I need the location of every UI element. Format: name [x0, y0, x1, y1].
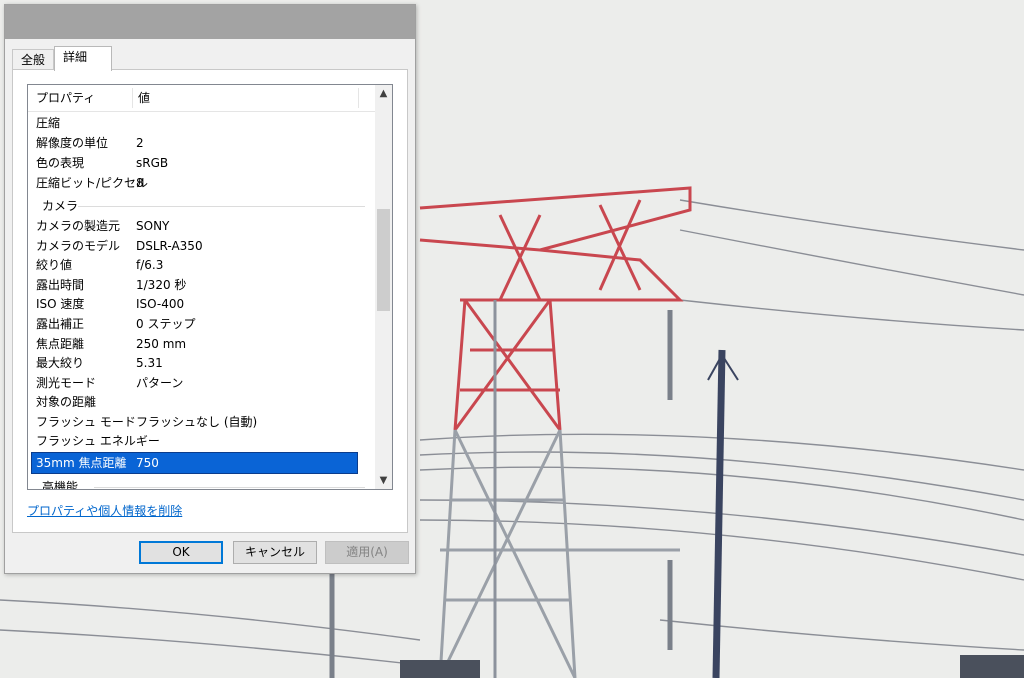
- property-name: 測光モード: [36, 376, 97, 390]
- list-item-selected[interactable]: 35mm 焦点距離 750: [31, 452, 358, 474]
- property-value: 5.31: [136, 356, 163, 370]
- column-header-value[interactable]: 値: [138, 85, 150, 111]
- apply-button[interactable]: 適用(A): [325, 541, 409, 564]
- property-name: ISO 速度: [36, 297, 85, 311]
- property-list[interactable]: ｰｰｰｰｰ 圧縮 解像度の単位 2 色の表現 sRGB 圧縮ビット/ピクセル 8: [27, 84, 393, 490]
- column-divider[interactable]: [358, 88, 359, 108]
- group-name: カメラ: [42, 199, 79, 213]
- properties-dialog: 全般 詳細 ｰｰｰｰｰ 圧縮 解像度の単位 2 色の表現 sRGB: [4, 4, 416, 574]
- scroll-down-arrow-icon[interactable]: ▼: [375, 472, 392, 489]
- property-name: 焦点距離: [36, 337, 85, 351]
- column-header-property[interactable]: プロパティ: [36, 85, 95, 111]
- list-item[interactable]: 焦点距離 250 mm: [28, 334, 375, 354]
- group-header-camera[interactable]: カメラ: [28, 196, 375, 216]
- list-item[interactable]: 圧縮: [28, 113, 375, 133]
- group-header-advanced[interactable]: 高機能: [28, 477, 375, 490]
- tab-general[interactable]: 全般: [12, 49, 54, 69]
- property-value: 0 ステップ: [136, 317, 196, 331]
- property-value: SONY: [136, 219, 170, 233]
- property-name: 絞り値: [36, 258, 73, 272]
- remove-properties-link[interactable]: プロパティや個人情報を削除: [27, 502, 182, 519]
- scrollbar-thumb[interactable]: [377, 209, 390, 311]
- dialog-title-bar[interactable]: [5, 5, 415, 39]
- list-item[interactable]: カメラの製造元 SONY: [28, 216, 375, 236]
- property-value: 1/320 秒: [136, 278, 187, 292]
- property-value: 2: [136, 136, 144, 150]
- cancel-button[interactable]: キャンセル: [233, 541, 317, 564]
- property-value: 750: [136, 456, 159, 470]
- property-name: 対象の距離: [36, 395, 97, 409]
- property-value: DSLR-A350: [136, 239, 203, 253]
- tab-details[interactable]: 詳細: [54, 46, 112, 71]
- list-item[interactable]: 最大絞り 5.31: [28, 353, 375, 373]
- property-name: カメラのモデル: [36, 239, 121, 253]
- property-value: sRGB: [136, 156, 169, 170]
- property-name: 35mm 焦点距離: [36, 456, 127, 470]
- list-item[interactable]: 圧縮ビット/ピクセル 8: [28, 173, 375, 193]
- list-item[interactable]: 露出時間 1/320 秒: [28, 275, 375, 295]
- property-name: 解像度の単位: [36, 136, 109, 150]
- group-divider: [94, 487, 365, 488]
- property-value: 250 mm: [136, 337, 187, 351]
- property-value: パターン: [136, 376, 184, 390]
- property-name: フラッシュ モード: [36, 415, 136, 429]
- ok-button[interactable]: OK: [139, 541, 223, 564]
- property-name: 圧縮ビット/ピクセル: [36, 176, 149, 190]
- group-divider: [78, 206, 365, 207]
- scroll-up-arrow-icon[interactable]: ▲: [375, 85, 392, 102]
- property-name: 露出時間: [36, 278, 85, 292]
- list-item[interactable]: 解像度の単位 2: [28, 133, 375, 153]
- details-panel: ｰｰｰｰｰ 圧縮 解像度の単位 2 色の表現 sRGB 圧縮ビット/ピクセル 8: [12, 69, 408, 533]
- list-header: プロパティ 値: [28, 85, 375, 112]
- property-value: ISO-400: [136, 297, 185, 311]
- list-item[interactable]: 色の表現 sRGB: [28, 153, 375, 173]
- list-item[interactable]: 測光モード パターン: [28, 373, 375, 393]
- property-value: フラッシュなし (自動): [136, 415, 258, 429]
- property-name: 露出補正: [36, 317, 85, 331]
- list-item[interactable]: フラッシュ モード フラッシュなし (自動): [28, 412, 375, 432]
- list-item[interactable]: 露出補正 0 ステップ: [28, 314, 375, 334]
- property-name: 色の表現: [36, 156, 85, 170]
- property-name: 最大絞り: [36, 356, 85, 370]
- property-name: フラッシュ エネルギー: [36, 434, 160, 448]
- property-value: f/6.3: [136, 258, 164, 272]
- property-name: 圧縮: [36, 116, 61, 130]
- vertical-scrollbar[interactable]: ▲ ▼: [375, 85, 392, 489]
- list-item[interactable]: フラッシュ エネルギー: [28, 431, 375, 451]
- property-name: カメラの製造元: [36, 219, 121, 233]
- property-value: 8: [136, 176, 144, 190]
- list-item[interactable]: 絞り値 f/6.3: [28, 255, 375, 275]
- list-item[interactable]: カメラのモデル DSLR-A350: [28, 236, 375, 256]
- list-item[interactable]: ISO 速度 ISO-400: [28, 294, 375, 314]
- list-item[interactable]: 対象の距離: [28, 392, 375, 412]
- property-list-body: ｰｰｰｰｰ 圧縮 解像度の単位 2 色の表現 sRGB 圧縮ビット/ピクセル 8: [28, 85, 375, 489]
- group-name: 高機能: [42, 480, 79, 490]
- column-divider[interactable]: [132, 88, 133, 108]
